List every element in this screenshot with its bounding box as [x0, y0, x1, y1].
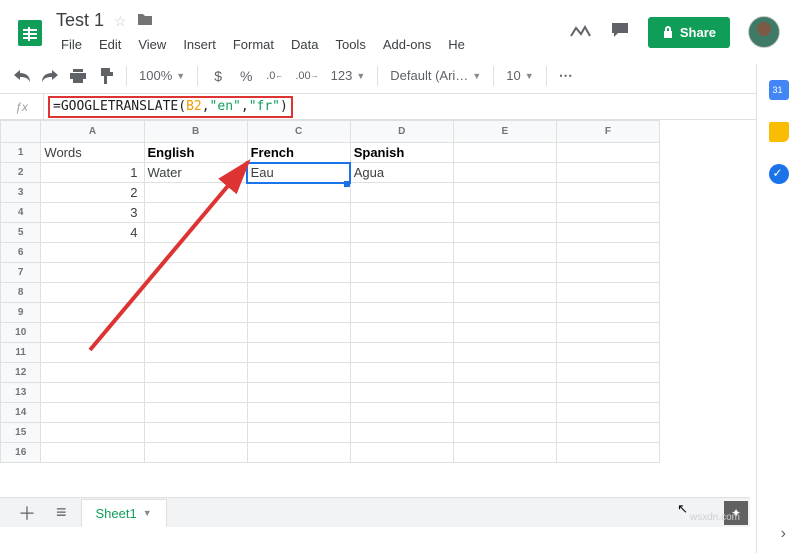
row-header[interactable]: 15 [1, 423, 41, 443]
row-header[interactable]: 5 [1, 223, 41, 243]
selection-handle[interactable] [344, 181, 350, 187]
font-size-dropdown[interactable]: 10▼ [502, 68, 537, 83]
row-header[interactable]: 7 [1, 263, 41, 283]
star-icon[interactable]: ☆ [114, 13, 127, 30]
comment-icon[interactable] [610, 21, 630, 44]
cell-d2[interactable]: Agua [350, 163, 453, 183]
col-header[interactable]: E [453, 121, 556, 143]
paint-format-button[interactable] [94, 63, 118, 89]
document-title[interactable]: Test 1 [54, 8, 106, 33]
print-button[interactable] [66, 63, 90, 89]
fx-icon: ƒx [0, 94, 44, 119]
cell-a3[interactable]: 2 [41, 183, 144, 203]
menubar: File Edit View Insert Format Data Tools … [54, 34, 472, 55]
cell-a1[interactable]: Words [41, 143, 144, 163]
explore-button[interactable]: ✦ [724, 501, 748, 525]
row-header[interactable]: 14 [1, 403, 41, 423]
lock-icon [662, 25, 674, 39]
sheet-tabs: ＋ ≡ Sheet1▼ [0, 497, 750, 527]
app-header: Test 1 ☆ File Edit View Insert Format Da… [0, 0, 800, 58]
chevron-down-icon: ▼ [143, 508, 152, 518]
more-formats-dropdown[interactable]: 123▼ [327, 68, 370, 83]
menu-addons[interactable]: Add-ons [376, 34, 438, 55]
menu-edit[interactable]: Edit [92, 34, 128, 55]
share-button[interactable]: Share [648, 17, 730, 48]
side-panel: › [756, 64, 800, 553]
cell-c2-selected[interactable]: Eau [247, 163, 350, 183]
menu-file[interactable]: File [54, 34, 89, 55]
percent-button[interactable]: % [234, 63, 258, 89]
row-header[interactable]: 4 [1, 203, 41, 223]
keep-icon[interactable] [769, 122, 789, 142]
col-header[interactable]: D [350, 121, 453, 143]
row-header[interactable]: 1 [1, 143, 41, 163]
cell-b2[interactable]: Water [144, 163, 247, 183]
all-sheets-button[interactable]: ≡ [50, 502, 73, 523]
folder-icon[interactable] [137, 12, 153, 31]
font-dropdown[interactable]: Default (Ari…▼ [386, 68, 485, 83]
zoom-dropdown[interactable]: 100%▼ [135, 68, 189, 83]
row-header[interactable]: 8 [1, 283, 41, 303]
title-area: Test 1 ☆ File Edit View Insert Format Da… [54, 10, 472, 55]
menu-help[interactable]: He [441, 34, 472, 55]
calendar-icon[interactable] [769, 80, 789, 100]
menu-view[interactable]: View [131, 34, 173, 55]
chevron-right-icon[interactable]: › [781, 525, 786, 543]
cell-a4[interactable]: 3 [41, 203, 144, 223]
decrease-decimal-button[interactable]: .0← [262, 63, 287, 89]
sheets-logo-icon [14, 17, 46, 49]
redo-button[interactable] [38, 63, 62, 89]
cell-a2[interactable]: 1 [41, 163, 144, 183]
share-label: Share [680, 25, 716, 40]
cell-b1[interactable]: English [144, 143, 247, 163]
row-header[interactable]: 11 [1, 343, 41, 363]
menu-format[interactable]: Format [226, 34, 281, 55]
menu-insert[interactable]: Insert [176, 34, 223, 55]
activity-icon[interactable] [570, 22, 592, 43]
menu-data[interactable]: Data [284, 34, 325, 55]
formula-input[interactable]: =GOOGLETRANSLATE(B2, "en", "fr") [48, 96, 293, 118]
menu-tools[interactable]: Tools [328, 34, 372, 55]
spreadsheet-grid[interactable]: A B C D E F 1 Words English French Spani… [0, 120, 800, 540]
row-header[interactable]: 10 [1, 323, 41, 343]
row-header[interactable]: 12 [1, 363, 41, 383]
currency-button[interactable]: $ [206, 63, 230, 89]
col-header[interactable]: A [41, 121, 144, 143]
cell-d1[interactable]: Spanish [350, 143, 453, 163]
formula-bar: ƒx =GOOGLETRANSLATE(B2, "en", "fr") [0, 94, 800, 120]
tab-sheet1[interactable]: Sheet1▼ [81, 499, 167, 527]
add-sheet-button[interactable]: ＋ [12, 500, 42, 526]
cell-c1[interactable]: French [247, 143, 350, 163]
row-header[interactable]: 6 [1, 243, 41, 263]
col-header[interactable]: B [144, 121, 247, 143]
tasks-icon[interactable] [769, 164, 789, 184]
row-header[interactable]: 2 [1, 163, 41, 183]
col-header[interactable]: F [556, 121, 659, 143]
toolbar: 100%▼ $ % .0← .00→ 123▼ Default (Ari…▼ 1… [0, 58, 800, 94]
undo-button[interactable] [10, 63, 34, 89]
row-header[interactable]: 9 [1, 303, 41, 323]
row-header[interactable]: 13 [1, 383, 41, 403]
row-header[interactable]: 3 [1, 183, 41, 203]
more-tools-button[interactable]: ⋯ [555, 63, 579, 89]
increase-decimal-button[interactable]: .00→ [291, 63, 322, 89]
row-header[interactable]: 16 [1, 443, 41, 463]
col-header[interactable]: C [247, 121, 350, 143]
cell-a5[interactable]: 4 [41, 223, 144, 243]
avatar[interactable] [748, 16, 780, 48]
cursor-icon: ↖ [677, 501, 688, 517]
